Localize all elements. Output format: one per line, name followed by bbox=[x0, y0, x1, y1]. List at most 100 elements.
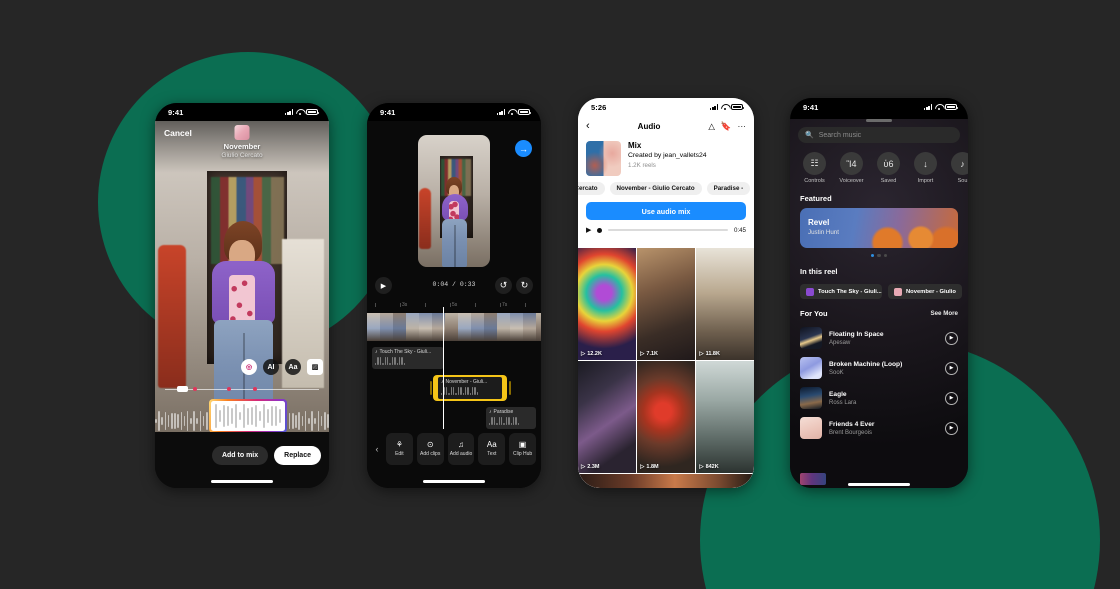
track-thumbnail[interactable] bbox=[234, 125, 250, 140]
effects-icon[interactable]: ◎ bbox=[241, 359, 257, 375]
reel-thumbnail[interactable]: ▷ 2.3M bbox=[578, 361, 636, 473]
song-text: Eagle Ross Lara bbox=[829, 391, 938, 406]
waveform-bar bbox=[517, 422, 520, 425]
quick-action-sou[interactable]: ♪ Sou bbox=[948, 152, 968, 184]
song-play-icon[interactable]: ▶ bbox=[945, 421, 958, 435]
filmstrip-frame[interactable] bbox=[510, 313, 523, 341]
quick-action-import[interactable]: ↓ Import bbox=[911, 152, 940, 184]
search-bar[interactable]: 🔍 Search music bbox=[798, 127, 960, 143]
filmstrip-frame[interactable] bbox=[484, 313, 497, 341]
use-audio-mix-button[interactable]: Use audio mix bbox=[586, 202, 746, 220]
beat-dot[interactable] bbox=[253, 387, 257, 391]
quick-action-voiceover[interactable]: Ἲ4 Voiceover bbox=[837, 152, 866, 184]
waveform-bar bbox=[193, 411, 195, 431]
ruler-tick bbox=[400, 303, 401, 307]
beat-markers[interactable] bbox=[165, 385, 319, 393]
carousel-pager[interactable] bbox=[790, 248, 968, 258]
song-text: Broken Machine (Loop) SooK bbox=[829, 361, 938, 376]
filmstrip-frame[interactable] bbox=[380, 313, 393, 341]
filmstrip-frame[interactable] bbox=[523, 313, 536, 341]
toolbar-back-icon[interactable]: ‹ bbox=[372, 444, 382, 454]
bottom-action-bar: Add to mix Replace bbox=[155, 432, 329, 488]
sticker-icon[interactable]: ▨ bbox=[307, 359, 323, 375]
audio-clip-3[interactable]: ♪ Paradise bbox=[486, 407, 536, 429]
status-time: 9:41 bbox=[168, 107, 184, 117]
audio-chip[interactable]: o Cercato bbox=[578, 182, 605, 195]
reel-audio-chip[interactable]: November - Giulio bbox=[888, 284, 962, 300]
undo-icon[interactable]: ↺ bbox=[495, 277, 512, 294]
filmstrip-frame[interactable] bbox=[367, 313, 380, 341]
reels-grid[interactable]: ▷ 12.2K ▷ 7.1K ▷ 11.8K ▷ 2.3M ▷ 1.8M ▷ 842K bbox=[578, 248, 754, 488]
filmstrip-frame[interactable] bbox=[419, 313, 432, 341]
audio-creator[interactable]: Created by jean_vallets24 bbox=[628, 152, 707, 159]
home-indicator bbox=[848, 483, 910, 486]
reel-thumbnail[interactable]: ▷ 842K bbox=[696, 361, 754, 473]
add-to-mix-button[interactable]: Add to mix bbox=[211, 446, 269, 465]
playhead[interactable] bbox=[443, 307, 445, 429]
filmstrip-frame[interactable] bbox=[393, 313, 406, 341]
song-play-icon[interactable]: ▶ bbox=[945, 331, 958, 345]
song-play-icon[interactable]: ▶ bbox=[945, 361, 958, 375]
more-icon[interactable]: ··· bbox=[737, 121, 746, 131]
reel-thumbnail[interactable]: ▷ 11.8K bbox=[696, 248, 754, 360]
song-list[interactable]: Floating In Space Apesaw ▶ Broken Machine (… bbox=[790, 323, 968, 443]
audio-selection-window[interactable] bbox=[209, 399, 287, 433]
scrubber-knob[interactable] bbox=[597, 227, 603, 233]
cancel-button[interactable]: Cancel bbox=[164, 128, 192, 138]
audio-chip[interactable]: Paradise - bbox=[706, 182, 751, 195]
audio-cover-art[interactable] bbox=[586, 141, 621, 176]
song-play-icon[interactable]: ▶ bbox=[945, 391, 958, 405]
filmstrip-frame[interactable] bbox=[445, 313, 458, 341]
audio-chip-list[interactable]: o Cercato November - Giulio Cercato Paradi… bbox=[578, 180, 754, 200]
video-preview[interactable] bbox=[418, 135, 490, 267]
beat-dot[interactable] bbox=[227, 387, 231, 391]
song-row[interactable]: Floating In Space Apesaw ▶ bbox=[790, 323, 968, 353]
reel-thumbnail[interactable]: ▷ 12.2K bbox=[578, 248, 636, 360]
filmstrip-frame[interactable] bbox=[406, 313, 419, 341]
toolbar-add-clips-button[interactable]: ⊙ Add clips bbox=[416, 433, 444, 465]
featured-card[interactable]: Revel Justin Hunt bbox=[800, 208, 958, 248]
scrubber-track[interactable] bbox=[608, 229, 728, 231]
replace-button[interactable]: Replace bbox=[274, 446, 321, 465]
search-input[interactable]: Search music bbox=[819, 132, 861, 139]
audio-clip-label: ♪ Touch The Sky - Giuli... bbox=[372, 347, 444, 356]
beat-dot[interactable] bbox=[193, 387, 197, 391]
sheet-grabber[interactable] bbox=[866, 119, 892, 122]
quick-action-controls[interactable]: ☷ Controls bbox=[800, 152, 829, 184]
song-row[interactable]: Eagle Ross Lara ▶ bbox=[790, 383, 968, 413]
filmstrip-frame[interactable] bbox=[471, 313, 484, 341]
share-icon[interactable]: △ bbox=[708, 121, 715, 132]
audio-clip-1[interactable]: ♪ Touch The Sky - Giuli... bbox=[372, 347, 444, 369]
filmstrip-frame[interactable] bbox=[536, 313, 541, 341]
audio-scrubber[interactable]: ▶ 0:45 bbox=[578, 220, 754, 239]
trim-handle-right[interactable] bbox=[508, 381, 511, 395]
quick-actions[interactable]: ☷ Controls Ἲ4 Voiceover ὑ6 Saved ↓ Import ♪ Sou bbox=[790, 143, 968, 184]
waveform-bar bbox=[279, 409, 281, 423]
reel-audio-chip[interactable]: Touch The Sky - Giuli... bbox=[800, 284, 882, 300]
play-icon[interactable]: ▶ bbox=[586, 226, 591, 234]
audio-chip[interactable]: November - Giulio Cercato bbox=[609, 182, 702, 195]
toolbar-text-button[interactable]: Aa Text bbox=[478, 433, 506, 465]
reel-thumbnail[interactable]: ▷ 7.1K bbox=[637, 248, 695, 360]
beat-marker-handle[interactable] bbox=[177, 386, 188, 392]
ai-icon[interactable]: AI bbox=[263, 359, 279, 375]
song-row[interactable]: Broken Machine (Loop) SooK ▶ bbox=[790, 353, 968, 383]
reel-audio-chips[interactable]: Touch The Sky - Giuli... November - Giuli… bbox=[790, 281, 968, 300]
reel-thumbnail[interactable]: ▷ 1.8M bbox=[637, 361, 695, 473]
redo-icon[interactable]: ↻ bbox=[516, 277, 533, 294]
trim-handle-left[interactable] bbox=[429, 381, 432, 395]
toolbar-edit-button[interactable]: ⚘ Edit bbox=[386, 433, 413, 465]
song-row[interactable]: Friends 4 Ever Brent Bourgeois ▶ bbox=[790, 413, 968, 443]
back-icon[interactable]: ‹ bbox=[586, 120, 590, 132]
filmstrip-frame[interactable] bbox=[458, 313, 471, 341]
bookmark-icon[interactable]: 🔖 bbox=[721, 121, 732, 132]
text-icon[interactable]: Aa bbox=[285, 359, 301, 375]
toolbar-clip-hub-button[interactable]: ▣ Clip Hub bbox=[509, 433, 536, 465]
filmstrip-frame[interactable] bbox=[497, 313, 510, 341]
partial-row-preview[interactable] bbox=[578, 474, 754, 488]
toolbar-add-audio-button[interactable]: ♫ Add audio bbox=[447, 433, 475, 465]
next-button[interactable]: → bbox=[515, 140, 532, 157]
see-more-button[interactable]: See More bbox=[930, 310, 958, 317]
video-track[interactable] bbox=[367, 313, 541, 341]
quick-action-saved[interactable]: ὑ6 Saved bbox=[874, 152, 903, 184]
